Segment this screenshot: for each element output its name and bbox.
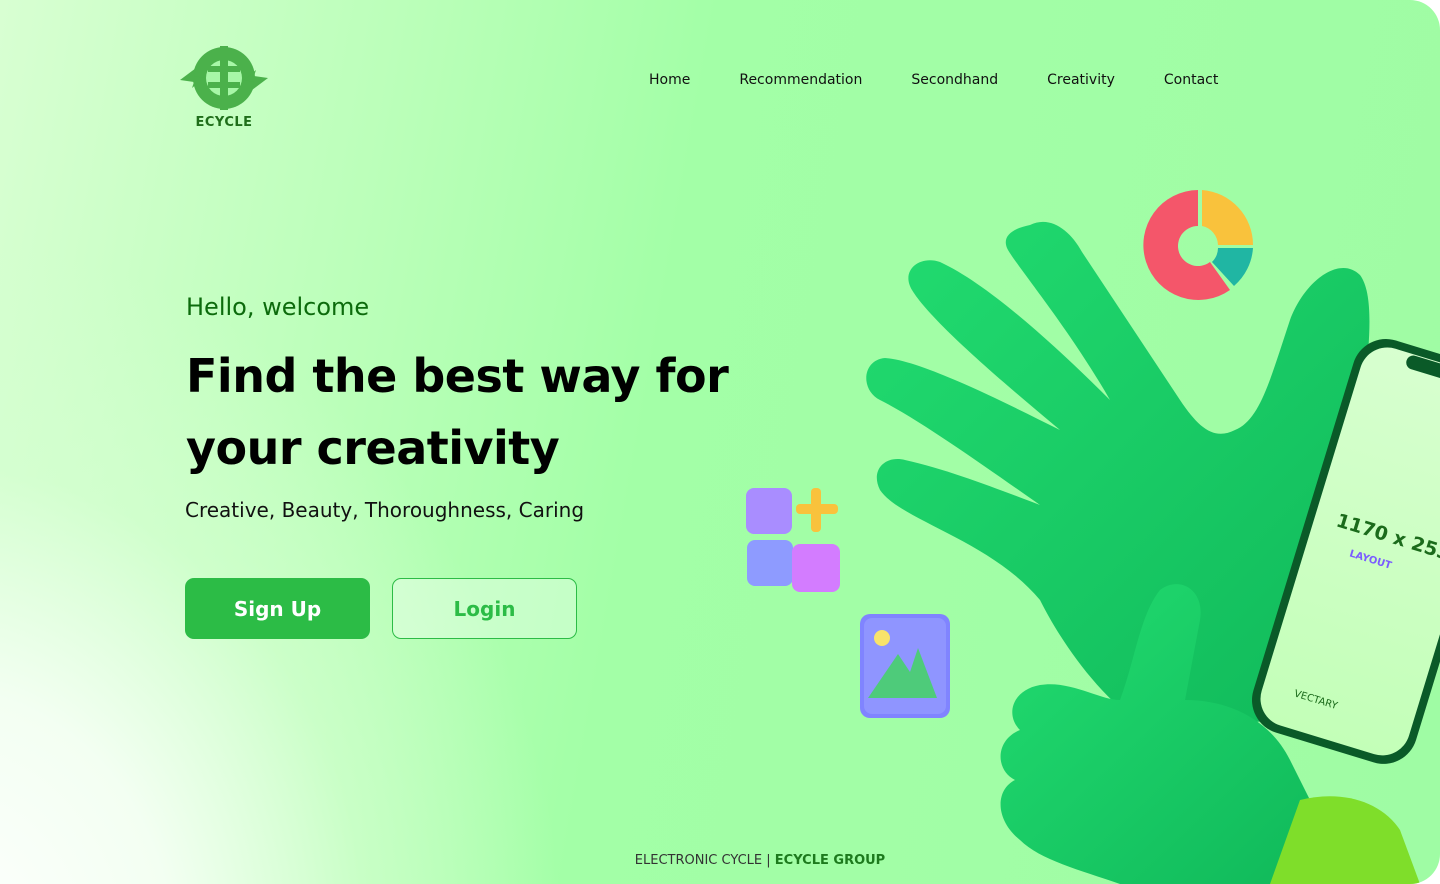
image-icon [860, 614, 950, 718]
footer: ELECTRONIC CYCLE | ECYCLE GROUP [0, 853, 1440, 868]
footer-separator: | [766, 853, 771, 868]
landing-page: ECYCLE Home Recommendation Secondhand Cr… [0, 0, 1440, 884]
hero-illustration: 1170 x 253 LAYOUT VECTARY [746, 190, 1440, 884]
footer-brand: ECYCLE GROUP [774, 853, 886, 868]
footer-text: ELECTRONIC CYCLE [634, 853, 763, 868]
apps-add-icon [746, 488, 840, 592]
donut-chart-icon [1143, 190, 1254, 300]
